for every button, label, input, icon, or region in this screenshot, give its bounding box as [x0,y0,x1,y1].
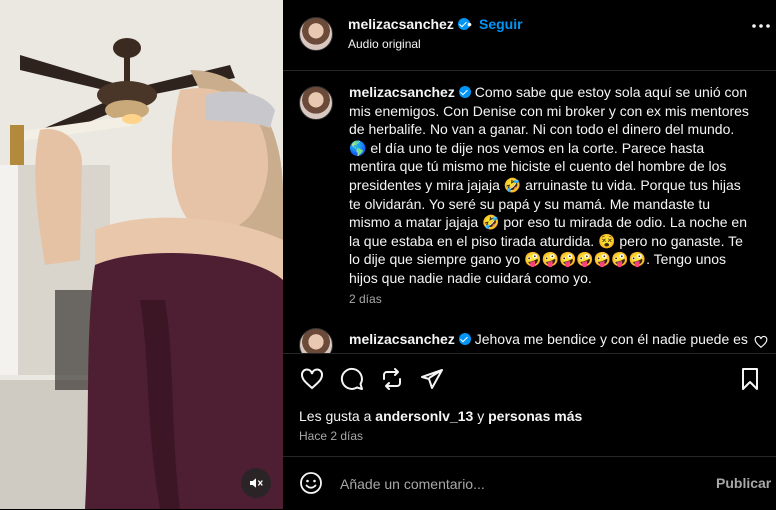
share-button[interactable] [418,365,446,393]
bookmark-icon [742,368,758,390]
more-options-icon[interactable] [751,22,771,30]
caption-body: Como sabe que estoy sola aquí se unió co… [349,84,749,286]
likes-others-link[interactable]: personas más [488,408,582,424]
publish-button[interactable]: Publicar [716,475,771,491]
comment-input[interactable] [338,473,682,495]
follow-button[interactable]: Seguir [479,16,523,32]
share-icon [421,369,443,389]
post-header: melizacsanchez • Seguir Audio original [283,0,776,71]
comments-section[interactable]: melizacsanchez Como sabe que estoy sola … [283,71,776,353]
save-button[interactable] [736,365,764,393]
header-separator: • [467,16,472,32]
repost-button[interactable] [378,365,406,393]
caption-username[interactable]: melizacsanchez [349,84,455,100]
verified-badge-icon [458,333,471,345]
post-media[interactable] [0,0,283,509]
post-photo [0,0,283,509]
add-comment-bar: Publicar [283,456,776,510]
emoji-icon[interactable] [299,471,323,495]
header-username[interactable]: melizacsanchez [348,16,454,32]
caption-time[interactable]: 2 días [349,292,382,306]
post-details-panel: melizacsanchez • Seguir Audio original m… [283,0,776,509]
post-timestamp[interactable]: Hace 2 días [299,429,363,443]
post-modal: melizacsanchez • Seguir Audio original m… [0,0,776,509]
comment-username[interactable]: melizacsanchez [349,331,455,347]
audio-label[interactable]: Audio original [348,37,421,51]
mute-toggle-button[interactable] [241,468,271,498]
caption: melizacsanchez Como sabe que estoy sola … [349,83,753,288]
comment-item: melizacsanchez Jehova me bendice y con é… [349,330,753,349]
comment-button[interactable] [338,365,366,393]
comment-icon [340,367,363,390]
like-button[interactable] [298,365,326,393]
comment-avatar[interactable] [299,328,333,353]
likes-prefix: Les gusta a [299,408,376,424]
likes-summary: Les gusta a andersonlv_13 y personas más [299,408,582,424]
comment-text: Jehova me bendice y con él nadie puede e… [474,331,748,347]
likes-middle: y [473,408,489,424]
avatar[interactable] [299,17,333,51]
heart-icon [301,368,323,390]
liker-username[interactable]: andersonlv_13 [375,408,473,424]
post-actions-bar [283,353,776,404]
caption-avatar[interactable] [299,86,333,120]
repost-icon [383,368,401,390]
comment-like-heart-icon[interactable] [754,335,768,349]
verified-badge-icon [458,86,471,98]
mute-icon [250,478,263,488]
header-username-link[interactable]: melizacsanchez [348,16,470,32]
